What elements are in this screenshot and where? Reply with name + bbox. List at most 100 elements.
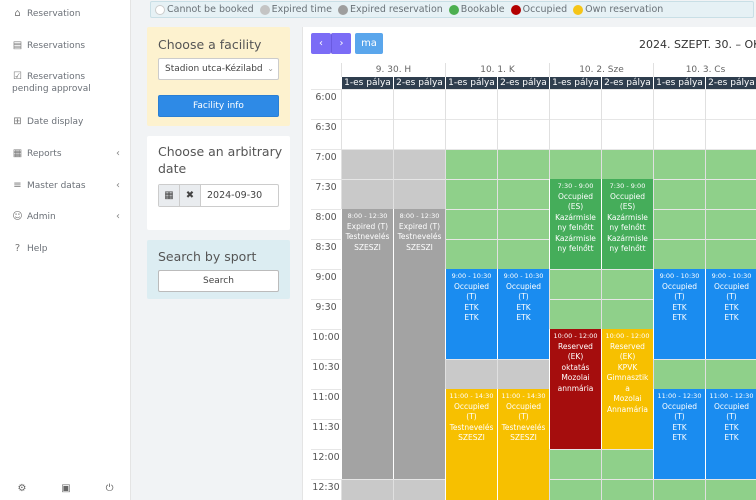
sidebar-item-reservations[interactable]: ▤ Reservations xyxy=(12,40,124,52)
reservation-text: Gimnasztik xyxy=(606,373,649,382)
sidebar-item-reservations-pending-approval[interactable]: ☑ Reservations pending approval xyxy=(12,71,124,95)
sidebar-item-label: Reservation xyxy=(27,9,81,19)
sidebar-item-help[interactable]: ? Help xyxy=(12,243,124,255)
reservation-block[interactable]: 7:30 - 9:00 Occupied (ES) Kazármisle ny feln… xyxy=(601,179,653,269)
reservation-text: Kazármisle xyxy=(607,233,648,243)
reservation-text: ETK xyxy=(724,422,739,432)
calendar-icon: ▤ xyxy=(12,40,23,51)
court-header: 2-es pálya xyxy=(601,77,653,89)
reservation-text: ETK xyxy=(724,433,739,442)
reservation-block[interactable]: 8:00 - 12:30 Expired (T) Testnevelés SZESZI xyxy=(341,209,393,479)
sidebar-item-reports[interactable]: ▦ Reports ‹ xyxy=(12,148,124,160)
reservation-text: Testnevelés xyxy=(345,232,390,241)
reservation-block[interactable]: 11:00 - 12:30 Occupied (T) ETK ETK xyxy=(705,389,756,479)
save-icon[interactable]: ▣ xyxy=(61,483,70,494)
sidebar-item-date-display[interactable]: ⊞ Date display xyxy=(12,116,124,128)
chevron-left-icon: ‹ xyxy=(116,211,120,222)
reservation-text: (T) xyxy=(518,412,529,421)
reservation-text: ETK xyxy=(672,302,687,312)
reservation-time: 7:30 - 9:00 xyxy=(609,182,646,190)
date-input[interactable]: 2024-09-30 xyxy=(207,185,262,206)
database-icon: ≡ xyxy=(13,180,22,191)
reservation-text: (T) xyxy=(518,292,529,301)
reservation-block[interactable]: 9:00 - 10:30 Occupied (T) ETK ETK xyxy=(445,269,497,359)
reservation-text: a xyxy=(625,383,630,393)
legend-label: Bookable xyxy=(460,4,505,15)
question-icon: ? xyxy=(14,243,21,254)
reservation-text: Occupied xyxy=(453,281,490,291)
court-header: 1-es pálya xyxy=(549,77,601,89)
grid-line xyxy=(311,179,756,180)
date-panel: Choose an arbitrary date ▦ ✖ 2024-09-30 xyxy=(147,136,290,230)
reservation-text: ny felnőtt xyxy=(609,244,646,253)
legend-swatch xyxy=(259,4,270,15)
reservation-block[interactable]: 9:00 - 10:30 Occupied (T) ETK ETK xyxy=(497,269,549,359)
legend-item: Own reservation xyxy=(573,4,663,15)
reservation-time: 9:00 - 10:30 xyxy=(711,272,752,280)
reservation-text: (T) xyxy=(466,292,477,301)
reservation-text: Kazármisle xyxy=(607,212,648,222)
today-button[interactable]: ma xyxy=(355,33,383,54)
power-icon[interactable]: ⏻ xyxy=(106,483,114,494)
sidebar-item-reservation[interactable]: ⌂ Reservation xyxy=(12,8,124,20)
reservation-text: ETK xyxy=(724,302,739,312)
reservation-block[interactable]: 9:00 - 10:30 Occupied (T) ETK ETK xyxy=(653,269,705,359)
facility-select[interactable]: Stadion utca-Kézilabd ⌄ xyxy=(158,58,279,80)
reservation-time: 10:00 - 12:00 xyxy=(553,332,598,340)
reservation-time: 9:00 - 10:30 xyxy=(451,272,492,280)
sidebar-item-master-datas[interactable]: ≡ Master datas ‹ xyxy=(12,180,124,192)
time-label: 9:00 xyxy=(315,272,337,283)
sidebar-item-admin[interactable]: ☺ Admin ‹ xyxy=(12,211,124,223)
date-title: Choose an arbitrary date xyxy=(158,144,283,176)
court-header: 2-es pálya xyxy=(497,77,549,89)
reservation-time: 7:30 - 9:00 xyxy=(557,182,594,190)
reservation-text: SZESZI xyxy=(458,433,485,442)
date-range-title: 2024. SZEPT. 30. – OKT. 6 xyxy=(639,38,756,51)
sidebar-item-label: Reservations xyxy=(27,41,86,51)
calendar: ‹ › ma 2024. SZEPT. 30. – OKT. 6 6:00 6:3… xyxy=(302,27,756,500)
legend-swatch xyxy=(573,4,584,15)
sidebar-item-label: Reservations pending approval xyxy=(12,72,91,94)
reservation-time: 9:00 - 10:30 xyxy=(503,272,544,280)
reservation-time: 11:00 - 14:30 xyxy=(501,392,546,400)
reservation-text: Kazármisle xyxy=(555,233,596,243)
reservation-text: Occupied xyxy=(661,401,698,411)
clear-icon[interactable]: ✖ xyxy=(180,185,201,206)
reservation-block[interactable]: 8:00 - 12:30 Expired (T) Testnevelés SZESZI xyxy=(393,209,445,479)
sport-panel: Search by sport Search xyxy=(147,240,290,299)
reservation-time: 11:00 - 12:30 xyxy=(657,392,702,400)
reservation-block[interactable]: 10:00 - 12:00 Reserved (EK) oktatás Mozolai a… xyxy=(549,329,601,449)
sidebar-footer: ⚙ ▣ ⏻ xyxy=(0,476,131,500)
next-week-button[interactable]: › xyxy=(331,33,351,54)
facility-select-value: Stadion utca-Kézilabd xyxy=(165,64,263,74)
reservation-block[interactable]: 7:30 - 9:00 Occupied (ES) Kazármisle ny feln… xyxy=(549,179,601,269)
home-icon: ⌂ xyxy=(14,8,21,19)
chevron-left-icon: ‹ xyxy=(116,148,120,159)
reservation-block[interactable]: 11:00 - 14:30 Occupied (T) Testnevelés SZESZ… xyxy=(497,389,549,500)
reservation-text: (T) xyxy=(726,412,737,421)
facility-info-button[interactable]: Facility info xyxy=(158,95,279,117)
reservation-block[interactable]: 10:00 - 12:00 Reserved (EK) KPVK Gimnasztik a… xyxy=(601,329,653,449)
gear-icon[interactable]: ⚙ xyxy=(17,483,26,494)
time-label: 6:30 xyxy=(315,122,337,133)
calendar-check-icon: ☑ xyxy=(13,71,22,82)
time-label: 11:30 xyxy=(312,422,340,433)
calendar-icon[interactable]: ▦ xyxy=(159,185,180,206)
legend-label: Own reservation xyxy=(585,4,664,15)
reservation-block[interactable]: 11:00 - 14:30 Occupied (T) Testnevelés SZESZ… xyxy=(445,389,497,500)
reservation-text: Occupied xyxy=(713,401,750,411)
search-button[interactable]: Search xyxy=(158,270,279,292)
legend-label: Expired reservation xyxy=(350,4,443,15)
sidebar: ⌂ Reservation ▤ Reservations ☑ Reservations p… xyxy=(0,0,131,500)
reservation-text: (T) xyxy=(674,292,685,301)
prev-week-button[interactable]: ‹ xyxy=(311,33,331,54)
time-label: 12:00 xyxy=(312,452,340,463)
legend-label: Occupied xyxy=(522,4,568,15)
court-header: 1-es pálya xyxy=(341,77,393,89)
reservation-text: (T) xyxy=(674,412,685,421)
reservation-text: (EK) xyxy=(619,352,636,361)
legend-swatch xyxy=(338,4,349,15)
reservation-block[interactable]: 9:00 - 10:30 Occupied (T) ETK ETK xyxy=(705,269,756,359)
court-header: 2-es pálya xyxy=(393,77,445,89)
reservation-block[interactable]: 11:00 - 12:30 Occupied (T) ETK ETK xyxy=(653,389,705,479)
